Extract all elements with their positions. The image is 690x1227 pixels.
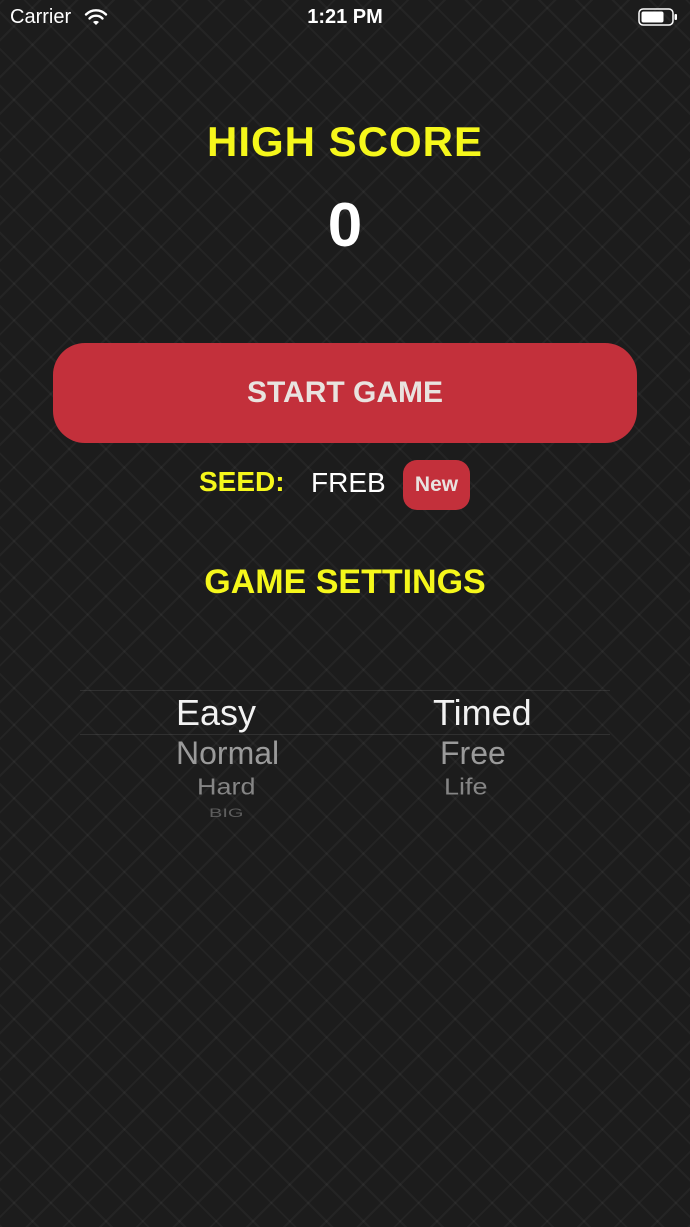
difficulty-option-easy[interactable]: Easy [176,692,256,734]
mode-option-life[interactable]: Life [444,774,488,800]
difficulty-option-big[interactable]: BIG [209,807,243,821]
seed-value: FREB [311,467,386,498]
mode-option-free[interactable]: Free [440,735,506,772]
difficulty-option-normal[interactable]: Normal [176,735,279,772]
start-game-button[interactable]: START GAME [53,343,637,443]
high-score-title: HIGH SCORE [206,118,484,165]
picker-selection-line-top [80,690,610,691]
seed-label: SEED: [199,466,285,497]
picker-selection-line-bottom [80,734,610,735]
new-seed-button[interactable]: New [403,460,470,510]
mode-option-timed[interactable]: Timed [433,692,532,734]
status-bar: Carrier 1:21 PM [0,0,690,40]
status-time: 1:21 PM [307,6,383,28]
game-settings-title: GAME SETTINGS [204,563,486,601]
battery-icon [638,8,678,26]
high-score-value: 0 [327,191,363,260]
difficulty-option-hard[interactable]: Hard [197,774,256,800]
